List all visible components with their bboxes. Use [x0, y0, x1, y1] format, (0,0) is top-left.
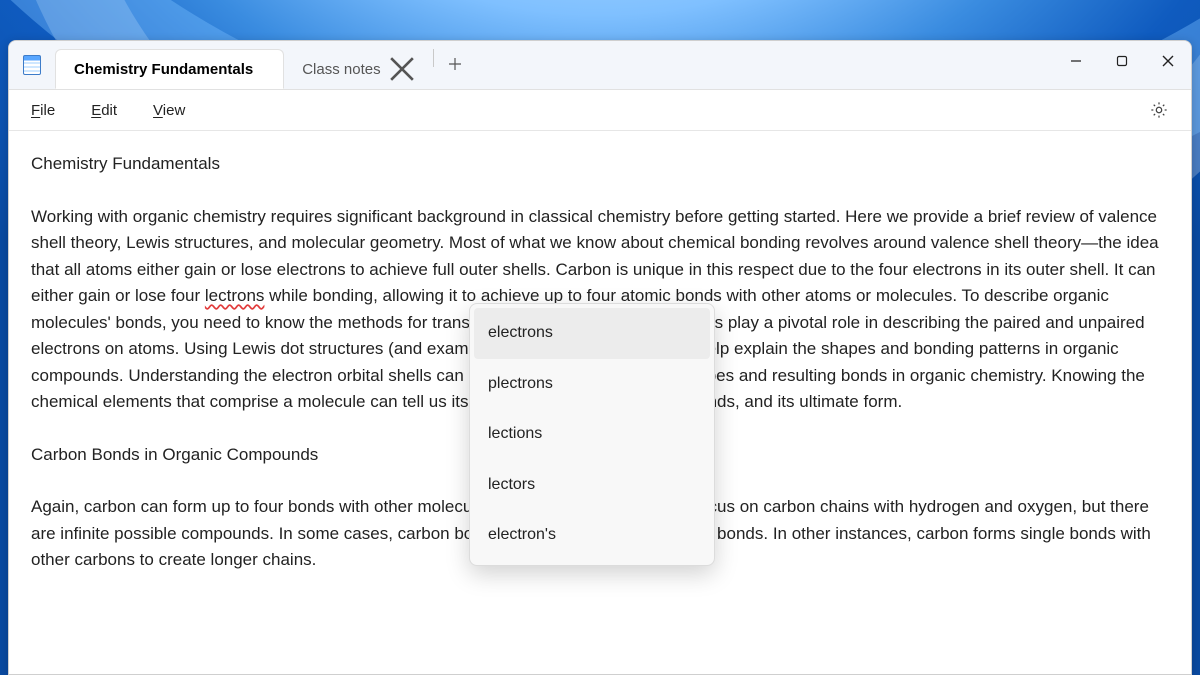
tab-inactive[interactable]: Class notes: [284, 49, 426, 89]
misspelled-word[interactable]: lectrons: [205, 286, 265, 305]
menubar: File Edit View: [9, 90, 1191, 131]
doc-title-line: Chemistry Fundamentals: [31, 151, 1169, 178]
tab-active-label: Chemistry Fundamentals: [74, 61, 253, 78]
tab-separator: [433, 49, 434, 67]
suggestion-item[interactable]: lections: [470, 409, 714, 460]
menu-edit[interactable]: Edit: [73, 96, 135, 125]
tab-active[interactable]: Chemistry Fundamentals: [55, 49, 284, 89]
suggestion-item[interactable]: electron's: [470, 510, 714, 561]
close-button[interactable]: [1145, 41, 1191, 81]
titlebar: Chemistry Fundamentals Class notes: [9, 41, 1191, 90]
settings-button[interactable]: [1143, 94, 1175, 126]
tab-strip: Chemistry Fundamentals Class notes: [55, 49, 470, 89]
maximize-button[interactable]: [1099, 41, 1145, 81]
suggestion-item[interactable]: plectrons: [470, 359, 714, 410]
menu-view[interactable]: View: [135, 96, 203, 125]
notepad-app-icon: [23, 55, 41, 75]
minimize-button[interactable]: [1053, 41, 1099, 81]
tab-inactive-label: Class notes: [302, 61, 380, 78]
new-tab-button[interactable]: [440, 49, 470, 79]
text-editor[interactable]: Chemistry Fundamentals Working with orga…: [9, 131, 1191, 674]
gear-icon: [1150, 101, 1168, 119]
suggestion-item[interactable]: lectors: [470, 460, 714, 511]
close-icon[interactable]: [389, 56, 415, 82]
suggestion-item[interactable]: electrons: [474, 308, 710, 359]
spellcheck-suggestions-menu: electrons plectrons lections lectors ele…: [469, 303, 715, 566]
notepad-window: Chemistry Fundamentals Class notes: [8, 40, 1192, 675]
window-controls: [1053, 41, 1191, 81]
menu-file[interactable]: File: [13, 96, 73, 125]
